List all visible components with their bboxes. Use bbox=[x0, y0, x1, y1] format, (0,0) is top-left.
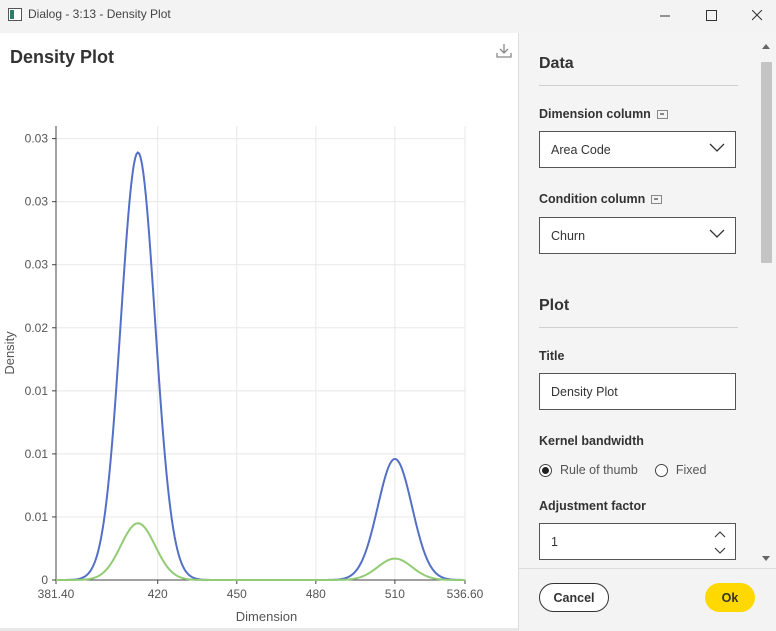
title-input[interactable]: Density Plot bbox=[539, 373, 736, 410]
title-input-value: Density Plot bbox=[551, 384, 618, 399]
chevron-down-icon bbox=[709, 143, 725, 152]
dimension-column-label-text: Dimension column bbox=[539, 107, 651, 121]
kernel-bandwidth-label: Kernel bandwidth bbox=[539, 434, 644, 448]
condition-column-select[interactable]: Churn bbox=[539, 217, 736, 254]
y-tick-label: 0.03 bbox=[25, 195, 49, 209]
data-section-divider bbox=[539, 85, 738, 86]
y-tick-label: 0.02 bbox=[25, 321, 49, 335]
y-tick-label: 0.03 bbox=[25, 132, 49, 146]
rule-of-thumb-label: Rule of thumb bbox=[560, 463, 638, 477]
download-icon[interactable] bbox=[494, 41, 514, 61]
minimize-button[interactable] bbox=[642, 0, 688, 30]
y-tick-label: 0.01 bbox=[25, 447, 49, 461]
x-tick-label: 510 bbox=[385, 587, 405, 601]
scroll-down-arrow-icon[interactable] bbox=[762, 556, 770, 561]
settings-panel: Data Dimension column Area Code Conditio… bbox=[519, 33, 776, 568]
plot-section-heading: Plot bbox=[539, 297, 570, 314]
dimension-column-value: Area Code bbox=[551, 142, 611, 157]
bandwidth-radio-group: Rule of thumb Fixed bbox=[539, 463, 706, 477]
close-icon bbox=[751, 9, 762, 20]
maximize-icon bbox=[705, 9, 717, 21]
x-tick-label: 450 bbox=[227, 587, 247, 601]
dimension-column-label: Dimension column bbox=[539, 107, 668, 121]
chart-panel: Density Plot 0 0.01 0.01 0.01 0.02 0.03 0.03 0.… bbox=[0, 33, 518, 631]
column-info-icon bbox=[651, 194, 663, 204]
rule-of-thumb-radio[interactable] bbox=[539, 463, 552, 477]
x-tick-label: 381.40 bbox=[38, 587, 75, 601]
adjustment-factor-input[interactable]: 1 bbox=[539, 523, 736, 560]
condition-column-label: Condition column bbox=[539, 192, 663, 206]
data-section-heading: Data bbox=[539, 55, 574, 72]
adjustment-factor-label: Adjustment factor bbox=[539, 499, 646, 513]
plot-section-divider bbox=[539, 327, 738, 328]
x-tick-label: 480 bbox=[306, 587, 326, 601]
stepper-icon[interactable] bbox=[713, 527, 727, 557]
title-label: Title bbox=[539, 349, 565, 363]
chevron-down-icon bbox=[709, 229, 725, 238]
ok-button[interactable]: Ok bbox=[705, 583, 755, 612]
y-tick-label: 0.01 bbox=[25, 384, 49, 398]
density-chart: 0 0.01 0.01 0.01 0.02 0.03 0.03 0.03 381.40 420 45… bbox=[2, 126, 484, 624]
scrollbar-thumb[interactable] bbox=[761, 62, 772, 263]
fixed-label: Fixed bbox=[675, 463, 707, 477]
cancel-button[interactable]: Cancel bbox=[539, 583, 609, 612]
window-titlebar: Dialog - 3:13 - Density Plot bbox=[0, 0, 776, 30]
condition-column-value: Churn bbox=[551, 228, 586, 243]
x-tick-label: 420 bbox=[148, 587, 168, 601]
y-tick-label: 0 bbox=[41, 573, 48, 587]
y-tick-label: 0.03 bbox=[25, 258, 49, 272]
condition-column-label-text: Condition column bbox=[539, 192, 646, 206]
maximize-button[interactable] bbox=[688, 0, 734, 30]
minimize-icon bbox=[659, 15, 670, 16]
x-axis-title: Dimension bbox=[236, 609, 297, 624]
dialog-footer: Cancel Ok bbox=[519, 568, 776, 631]
y-tick-label: 0.01 bbox=[25, 510, 49, 524]
series-line-2 bbox=[56, 522, 466, 581]
plot-title: Density Plot bbox=[10, 47, 115, 67]
adjustment-factor-value: 1 bbox=[551, 534, 558, 549]
series-line-1 bbox=[55, 151, 466, 581]
x-tick-label: 536.60 bbox=[447, 587, 484, 601]
fixed-radio[interactable] bbox=[654, 463, 668, 477]
scroll-up-arrow-icon[interactable] bbox=[762, 44, 770, 49]
y-axis-title: Density bbox=[2, 331, 17, 375]
close-button[interactable] bbox=[734, 0, 776, 30]
column-info-icon bbox=[656, 109, 668, 119]
window-title: Dialog - 3:13 - Density Plot bbox=[28, 7, 171, 21]
dimension-column-select[interactable]: Area Code bbox=[539, 131, 736, 168]
app-icon bbox=[8, 8, 22, 21]
